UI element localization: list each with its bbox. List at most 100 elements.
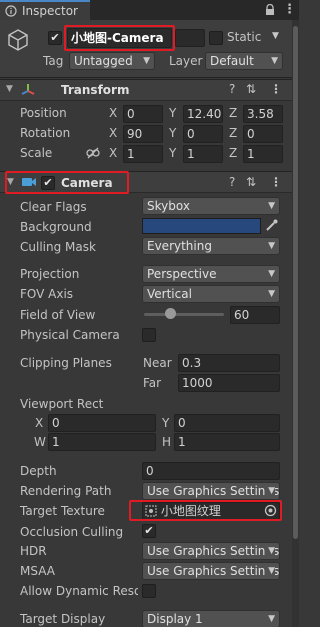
rotation-z-field[interactable]: 0 xyxy=(243,125,283,143)
gameobject-cube-icon xyxy=(8,29,28,51)
chevron-down-icon: ▼ xyxy=(268,201,275,211)
chevron-down-icon: ▼ xyxy=(268,614,275,624)
depth-label: Depth xyxy=(20,464,57,478)
culling-mask-dropdown[interactable]: Everything ▼ xyxy=(142,237,280,255)
chevron-down-icon: ▼ xyxy=(266,543,275,559)
near-field[interactable]: 0.3 xyxy=(178,354,280,372)
chevron-down-icon: ▼ xyxy=(271,56,278,66)
position-x-field[interactable]: 0 xyxy=(123,105,163,123)
transform-axes-icon xyxy=(21,84,35,95)
hdr-dropdown[interactable]: Use Graphics Settings ▼ xyxy=(142,542,280,560)
chevron-down-icon: ▼ xyxy=(268,269,275,279)
scale-y-field[interactable]: 1 xyxy=(183,145,223,163)
foldout-arrow-icon[interactable]: ▼ xyxy=(6,84,13,94)
target-display-dropdown[interactable]: Display 1 ▼ xyxy=(142,610,280,627)
allow-dynamic-resolution-label: Allow Dynamic Resol xyxy=(20,584,138,598)
kebab-menu-icon[interactable]: ⋮ xyxy=(270,82,282,96)
clear-flags-value: Skybox xyxy=(147,199,190,213)
help-icon[interactable]: ? xyxy=(229,175,235,189)
fov-value-field[interactable]: 60 xyxy=(230,306,280,324)
info-icon xyxy=(5,5,17,17)
hdr-label: HDR xyxy=(20,544,47,558)
near-label: Near xyxy=(143,356,172,370)
rendering-path-value: Use Graphics Settings xyxy=(147,484,280,498)
chevron-down-icon: ▼ xyxy=(266,483,275,499)
viewport-h-field[interactable]: 1 xyxy=(174,433,280,451)
allow-dynamic-resolution-checkbox[interactable] xyxy=(142,584,156,598)
msaa-value: Use Graphics Settings xyxy=(147,564,280,578)
scale-x-field[interactable]: 1 xyxy=(123,145,163,163)
fov-slider-thumb[interactable] xyxy=(164,308,176,319)
fov-axis-dropdown[interactable]: Vertical ▼ xyxy=(142,285,280,303)
preset-icon[interactable]: ⇅ xyxy=(246,175,256,189)
viewport-x-field[interactable]: 0 xyxy=(48,414,156,432)
kebab-menu-icon[interactable]: ⋮ xyxy=(270,175,282,189)
tag-value: Untagged xyxy=(74,54,133,68)
static-dropdown-arrow[interactable]: ▼ xyxy=(272,31,279,41)
constrain-proportions-icon[interactable] xyxy=(86,147,100,159)
rendering-path-label: Rendering Path xyxy=(20,484,112,498)
fov-axis-value: Vertical xyxy=(147,287,192,301)
physical-camera-label: Physical Camera xyxy=(20,328,120,342)
axis-z-label: Z xyxy=(229,146,238,160)
viewport-y-field[interactable]: 0 xyxy=(174,414,280,432)
chevron-down-icon: ▼ xyxy=(143,56,150,66)
rotation-y-field[interactable]: 0 xyxy=(183,125,223,143)
far-label: Far xyxy=(143,376,162,390)
axis-h-label: H xyxy=(162,435,172,449)
depth-field[interactable]: 0 xyxy=(142,462,280,480)
clipping-planes-label: Clipping Planes xyxy=(20,356,112,370)
active-toggle-checkbox[interactable]: ✔ xyxy=(48,31,62,45)
axis-x-label: X xyxy=(109,146,118,160)
occlusion-culling-label: Occlusion Culling xyxy=(20,525,124,539)
tab-title: Inspector xyxy=(22,4,78,18)
kebab-menu-icon[interactable]: ⋮ xyxy=(283,2,296,17)
clear-flags-label: Clear Flags xyxy=(20,200,87,214)
scrollbar-thumb[interactable] xyxy=(293,26,298,539)
target-display-label: Target Display xyxy=(20,612,106,626)
field-of-view-label: Field of View xyxy=(20,308,96,322)
clear-flags-dropdown[interactable]: Skybox ▼ xyxy=(142,197,280,215)
axis-y-label: Y xyxy=(162,416,170,430)
tab-inspector[interactable]: Inspector xyxy=(0,0,90,20)
name-field-extension[interactable] xyxy=(175,29,205,47)
physical-camera-checkbox[interactable] xyxy=(142,328,156,342)
rotation-x-field[interactable]: 90 xyxy=(123,125,163,143)
axis-x-label: X xyxy=(109,126,118,140)
target-display-value: Display 1 xyxy=(147,612,203,626)
axis-w-label: W xyxy=(34,435,46,449)
viewport-w-field[interactable]: 1 xyxy=(48,433,156,451)
background-color-swatch[interactable] xyxy=(142,218,261,234)
occlusion-culling-checkbox[interactable]: ✔ xyxy=(142,524,156,538)
far-field[interactable]: 1000 xyxy=(178,374,280,392)
layer-value: Default xyxy=(210,54,254,68)
msaa-dropdown[interactable]: Use Graphics Settings ▼ xyxy=(142,562,280,580)
layer-dropdown[interactable]: Default ▼ xyxy=(205,52,283,70)
lock-icon[interactable] xyxy=(265,4,275,16)
position-y-field[interactable]: 12.405 xyxy=(183,105,223,123)
layer-label: Layer xyxy=(169,54,203,68)
tag-dropdown[interactable]: Untagged ▼ xyxy=(69,52,155,70)
static-label: Static xyxy=(227,30,262,44)
preset-icon[interactable]: ⇅ xyxy=(246,82,256,96)
axis-y-label: Y xyxy=(169,106,177,120)
rotation-label: Rotation xyxy=(20,126,71,140)
help-icon[interactable]: ? xyxy=(229,82,235,96)
target-texture-label: Target Texture xyxy=(20,504,105,518)
msaa-label: MSAA xyxy=(20,564,55,578)
axis-y-label: Y xyxy=(169,126,177,140)
projection-dropdown[interactable]: Perspective ▼ xyxy=(142,265,280,283)
eyedropper-icon[interactable] xyxy=(264,218,279,233)
position-z-field[interactable]: 3.58 xyxy=(243,105,283,123)
highlight-box-name xyxy=(64,25,175,51)
projection-value: Perspective xyxy=(147,267,217,281)
static-checkbox[interactable] xyxy=(209,31,223,45)
chevron-down-icon: ▼ xyxy=(266,563,275,579)
transform-title: Transform xyxy=(61,83,130,97)
fov-slider-track[interactable] xyxy=(144,313,224,316)
scale-z-field[interactable]: 1 xyxy=(243,145,283,163)
tag-label: Tag xyxy=(43,54,64,68)
rendering-path-dropdown[interactable]: Use Graphics Settings ▼ xyxy=(142,482,280,500)
scale-label: Scale xyxy=(20,146,53,160)
position-label: Position xyxy=(20,106,67,120)
